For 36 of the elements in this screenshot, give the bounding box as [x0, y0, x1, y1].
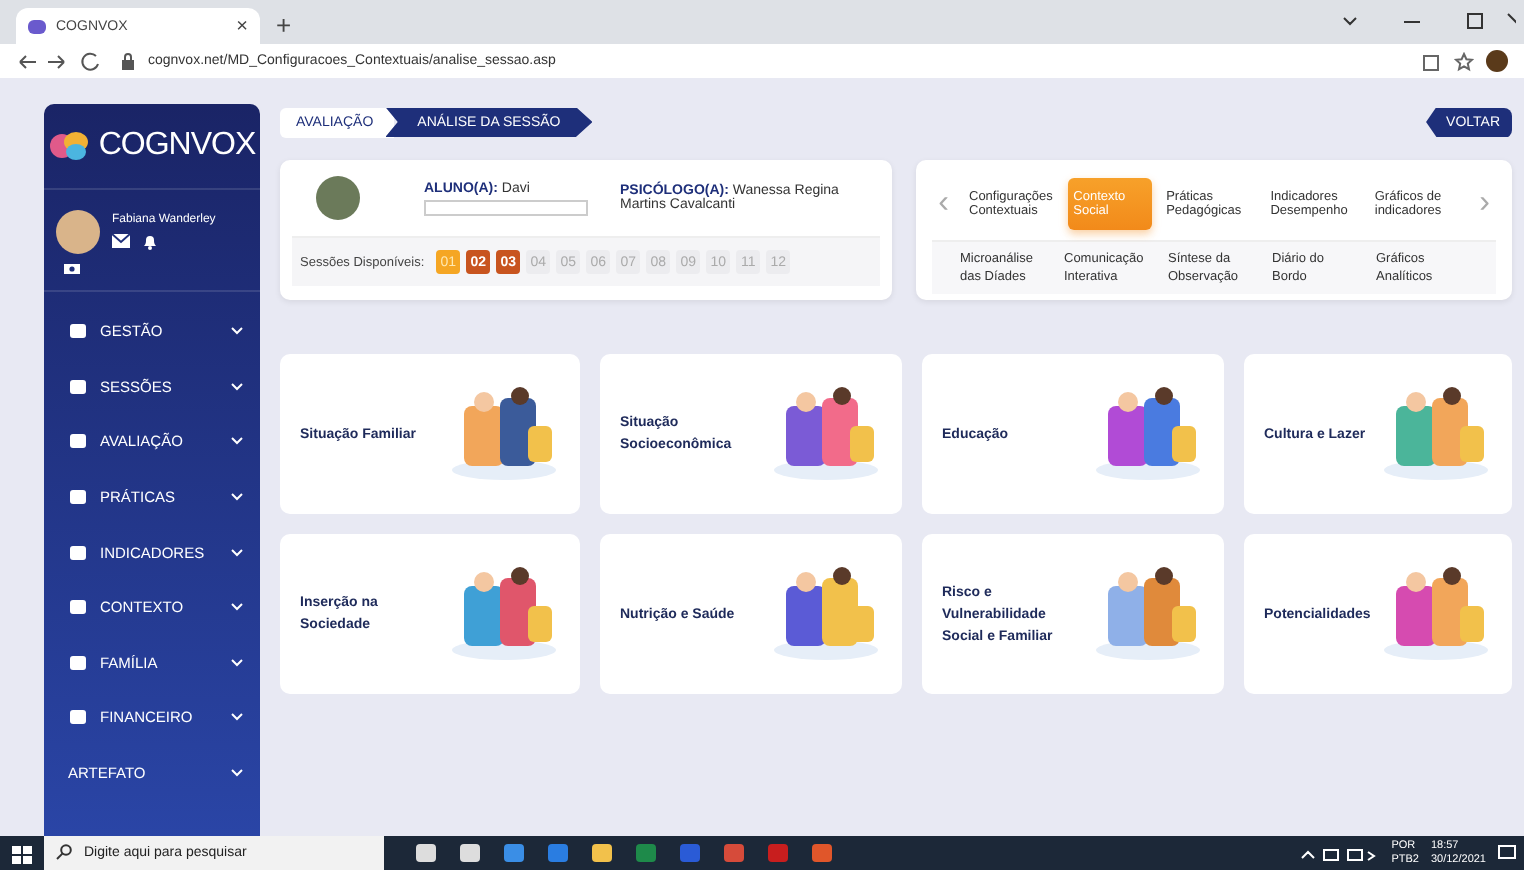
taskbar-app-icon[interactable] [416, 844, 436, 862]
chevron-down-icon [230, 326, 244, 337]
brain-logo-icon [48, 130, 93, 162]
student-avatar [316, 176, 360, 220]
chevron-down-icon [230, 492, 244, 503]
search-icon [44, 836, 80, 870]
mail-icon[interactable] [112, 234, 130, 248]
close-tab-button[interactable]: × [236, 15, 248, 37]
notification-icon[interactable] [1498, 844, 1516, 862]
chevron-down-icon [230, 602, 244, 613]
bell-icon[interactable] [142, 234, 158, 250]
taskbar-app-icon[interactable] [592, 844, 612, 862]
lock-icon [120, 52, 136, 70]
chevron-down-icon [230, 381, 244, 392]
chevron-down-icon [230, 436, 244, 447]
taskbar-app-icon[interactable] [504, 844, 524, 862]
system-tray-icon[interactable] [1299, 845, 1380, 861]
taskbar-app-icon[interactable] [548, 844, 568, 862]
profile-avatar[interactable] [1486, 50, 1508, 72]
taskbar-app-icon[interactable] [636, 844, 656, 862]
chevron-down-icon [230, 768, 244, 779]
chevron-down-icon [230, 547, 244, 558]
chevron-down-icon [230, 657, 244, 668]
user-avatar [56, 210, 100, 254]
taskbar-app-icon[interactable] [460, 844, 480, 862]
logo-text: COGNVOX [98, 128, 256, 164]
chevron-down-icon [230, 712, 244, 723]
favicon-icon [28, 19, 46, 33]
windows-start-icon[interactable] [12, 843, 32, 863]
new-tab-button[interactable]: + [276, 10, 292, 40]
people-illustration [448, 386, 560, 482]
taskbar-app-icon[interactable] [812, 844, 832, 862]
star-icon[interactable] [1454, 51, 1474, 71]
camera-icon[interactable] [64, 262, 80, 274]
input-field[interactable] [424, 199, 588, 215]
taskbar-app-icon[interactable] [724, 844, 744, 862]
